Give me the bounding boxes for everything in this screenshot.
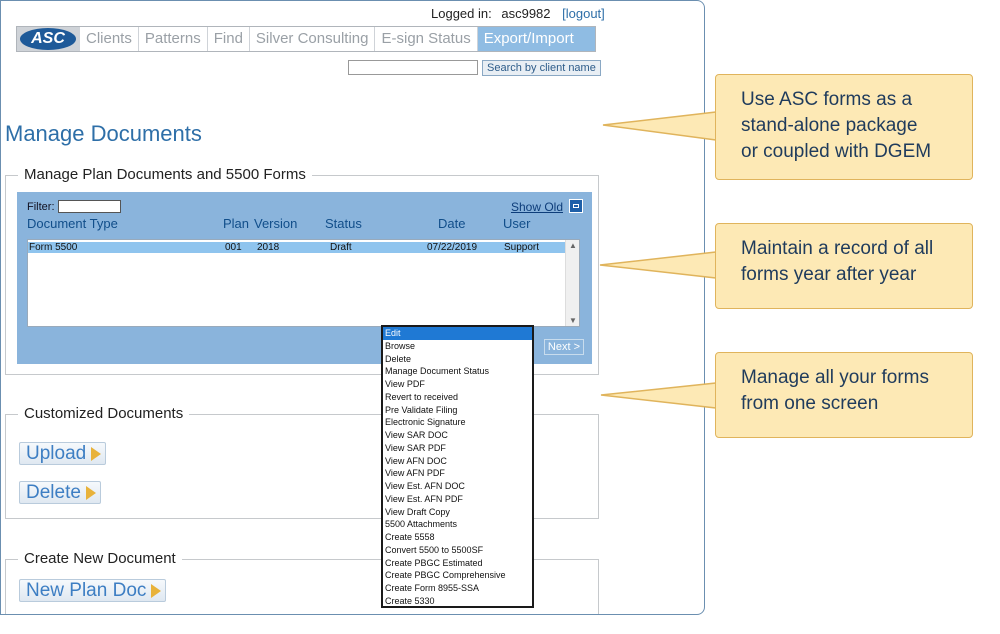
tab-export-import[interactable]: Export/Import — [476, 27, 595, 51]
play-arrow-icon — [91, 446, 102, 461]
asc-logo[interactable]: ASC — [17, 26, 79, 52]
menu-item-pbgc-comprehensive[interactable]: Create PBGC Comprehensive — [383, 569, 532, 582]
app-window: Logged in: asc9982 [logout] ASC Clients … — [0, 0, 705, 615]
menu-item-view-sar-doc[interactable]: View SAR DOC — [383, 429, 532, 442]
new-plan-doc-button[interactable]: New Plan Doc — [19, 579, 167, 602]
menu-item-view-draft[interactable]: View Draft Copy — [383, 506, 532, 519]
new-plan-doc-label: New Plan Doc — [26, 579, 147, 601]
callout-line: from one screen — [741, 393, 879, 414]
delete-label: Delete — [26, 481, 81, 503]
callout-one-screen: Manage all your forms from one screen — [715, 352, 973, 438]
menu-item-create-5558[interactable]: Create 5558 — [383, 531, 532, 544]
menu-item-delete[interactable]: Delete — [383, 353, 532, 366]
show-old-link[interactable]: Show Old — [511, 200, 563, 214]
callout-line: Maintain a record of all — [741, 238, 934, 259]
menu-item-create-5330[interactable]: Create 5330 — [383, 595, 532, 606]
col-user: User — [503, 216, 531, 231]
menu-item-edit[interactable]: Edit — [383, 327, 532, 340]
menu-item-convert-5500sf[interactable]: Convert 5500 to 5500SF — [383, 544, 532, 557]
scrollbar[interactable]: ▲ ▼ — [565, 240, 579, 326]
section-legend: Create New Document — [18, 550, 182, 567]
col-version: Version — [254, 216, 298, 231]
upload-button[interactable]: Upload — [19, 442, 107, 465]
cell-plan: 001 — [225, 242, 242, 253]
col-document-type: Document Type — [27, 216, 118, 231]
cell-date: 07/22/2019 — [427, 242, 478, 253]
tab-esign-status[interactable]: E-sign Status — [374, 27, 477, 51]
filter-input[interactable] — [57, 200, 121, 213]
callout-standalone: Use ASC forms as a stand-alone package o… — [715, 74, 973, 180]
window-icon[interactable] — [569, 199, 583, 213]
menu-item-esignature[interactable]: Electronic Signature — [383, 416, 532, 429]
tab-find[interactable]: Find — [206, 27, 249, 51]
logo-text: ASC — [20, 28, 76, 50]
cell-version: 2018 — [257, 242, 280, 253]
menu-item-view-pdf[interactable]: View PDF — [383, 378, 532, 391]
callout-line: Manage all your forms — [741, 367, 929, 388]
upload-label: Upload — [26, 442, 87, 464]
menu-item-manage-status[interactable]: Manage Document Status — [383, 365, 532, 378]
callout-line: stand-alone package — [741, 115, 918, 136]
callout-record: Maintain a record of all forms year afte… — [715, 223, 973, 309]
callout-line: or coupled with DGEM — [741, 141, 932, 162]
play-arrow-icon — [85, 485, 96, 500]
scroll-down-icon[interactable]: ▼ — [569, 316, 577, 325]
menu-item-view-afn-pdf[interactable]: View AFN PDF — [383, 467, 532, 480]
logged-in-label: Logged in: — [431, 6, 492, 21]
main-nav: ASC Clients Patterns Find Silver Consult… — [16, 26, 596, 52]
menu-item-pre-validate[interactable]: Pre Validate Filing — [383, 404, 532, 417]
filter-label: Filter: — [27, 200, 55, 213]
tab-silver-consulting[interactable]: Silver Consulting — [248, 27, 375, 51]
scroll-up-icon[interactable]: ▲ — [569, 241, 577, 250]
cell-user: Support — [504, 242, 540, 253]
username: asc9982 — [501, 6, 551, 21]
cell-type: Form 5500 — [29, 242, 78, 253]
tab-patterns[interactable]: Patterns — [137, 27, 207, 51]
menu-item-view-afn-doc[interactable]: View AFN DOC — [383, 455, 532, 468]
menu-item-attachments[interactable]: 5500 Attachments — [383, 518, 532, 531]
delete-button[interactable]: Delete — [19, 481, 101, 504]
tab-clients[interactable]: Clients — [79, 27, 138, 51]
section-legend: Customized Documents — [18, 405, 190, 422]
document-list[interactable]: Form 5500 001 2018 Draft 07/22/2019 Supp… — [27, 239, 580, 327]
menu-item-view-est-afn-pdf[interactable]: View Est. AFN PDF — [383, 493, 532, 506]
menu-item-view-sar-pdf[interactable]: View SAR PDF — [383, 442, 532, 455]
menu-item-browse[interactable]: Browse — [383, 340, 532, 353]
context-menu[interactable]: Edit Browse Delete Manage Document Statu… — [381, 325, 534, 608]
client-search: Search by client name — [348, 60, 601, 76]
logout-link[interactable]: [logout] — [562, 6, 605, 21]
search-button[interactable]: Search by client name — [482, 60, 601, 76]
menu-item-pbgc-estimated[interactable]: Create PBGC Estimated — [383, 557, 532, 570]
section-legend: Manage Plan Documents and 5500 Forms — [18, 166, 312, 183]
callout-line: forms year after year — [741, 264, 917, 285]
col-plan: Plan — [223, 216, 250, 231]
login-status: Logged in: asc9982 [logout] — [431, 6, 605, 21]
filter: Filter: — [27, 200, 121, 213]
menu-item-form-8955[interactable]: Create Form 8955-SSA — [383, 582, 532, 595]
col-date: Date — [438, 216, 466, 231]
menu-item-revert[interactable]: Revert to received — [383, 391, 532, 404]
callout-line: Use ASC forms as a — [741, 89, 913, 110]
cell-status: Draft — [330, 242, 352, 253]
menu-item-view-est-afn-doc[interactable]: View Est. AFN DOC — [383, 480, 532, 493]
play-arrow-icon — [151, 583, 162, 598]
col-status: Status — [325, 216, 362, 231]
page-title: Manage Documents — [5, 121, 202, 146]
search-input[interactable] — [348, 60, 478, 75]
next-button[interactable]: Next > — [543, 339, 584, 355]
table-row[interactable]: Form 5500 001 2018 Draft 07/22/2019 Supp… — [28, 242, 565, 253]
